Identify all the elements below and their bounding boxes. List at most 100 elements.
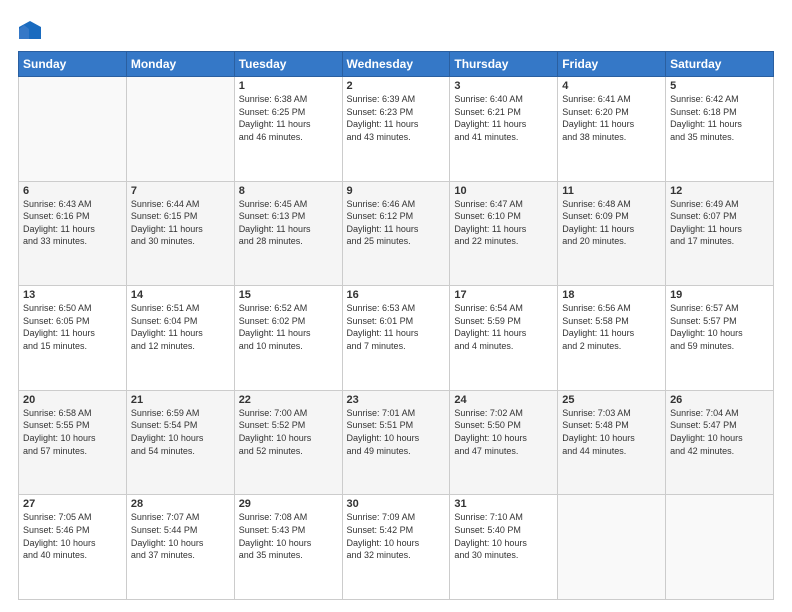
weekday-header-tuesday: Tuesday: [234, 52, 342, 77]
day-info: Sunrise: 6:46 AM Sunset: 6:12 PM Dayligh…: [347, 198, 446, 248]
calendar-cell: 10Sunrise: 6:47 AM Sunset: 6:10 PM Dayli…: [450, 181, 558, 286]
calendar-cell: 5Sunrise: 6:42 AM Sunset: 6:18 PM Daylig…: [666, 77, 774, 182]
day-info: Sunrise: 6:47 AM Sunset: 6:10 PM Dayligh…: [454, 198, 553, 248]
week-row-3: 13Sunrise: 6:50 AM Sunset: 6:05 PM Dayli…: [19, 286, 774, 391]
calendar-cell: 28Sunrise: 7:07 AM Sunset: 5:44 PM Dayli…: [126, 495, 234, 600]
calendar-cell: [666, 495, 774, 600]
day-number: 9: [347, 185, 446, 197]
day-number: 27: [23, 498, 122, 510]
calendar-cell: 2Sunrise: 6:39 AM Sunset: 6:23 PM Daylig…: [342, 77, 450, 182]
day-info: Sunrise: 6:39 AM Sunset: 6:23 PM Dayligh…: [347, 93, 446, 143]
calendar-cell: 3Sunrise: 6:40 AM Sunset: 6:21 PM Daylig…: [450, 77, 558, 182]
day-number: 3: [454, 80, 553, 92]
day-info: Sunrise: 6:45 AM Sunset: 6:13 PM Dayligh…: [239, 198, 338, 248]
weekday-header-friday: Friday: [558, 52, 666, 77]
day-number: 26: [670, 394, 769, 406]
calendar-cell: 6Sunrise: 6:43 AM Sunset: 6:16 PM Daylig…: [19, 181, 127, 286]
day-info: Sunrise: 6:41 AM Sunset: 6:20 PM Dayligh…: [562, 93, 661, 143]
day-number: 17: [454, 289, 553, 301]
day-number: 23: [347, 394, 446, 406]
day-info: Sunrise: 7:01 AM Sunset: 5:51 PM Dayligh…: [347, 407, 446, 457]
calendar-cell: [19, 77, 127, 182]
day-number: 5: [670, 80, 769, 92]
day-number: 14: [131, 289, 230, 301]
day-info: Sunrise: 6:48 AM Sunset: 6:09 PM Dayligh…: [562, 198, 661, 248]
calendar-cell: 4Sunrise: 6:41 AM Sunset: 6:20 PM Daylig…: [558, 77, 666, 182]
calendar-cell: 1Sunrise: 6:38 AM Sunset: 6:25 PM Daylig…: [234, 77, 342, 182]
day-info: Sunrise: 6:57 AM Sunset: 5:57 PM Dayligh…: [670, 302, 769, 352]
day-info: Sunrise: 7:02 AM Sunset: 5:50 PM Dayligh…: [454, 407, 553, 457]
day-info: Sunrise: 7:05 AM Sunset: 5:46 PM Dayligh…: [23, 511, 122, 561]
day-info: Sunrise: 6:52 AM Sunset: 6:02 PM Dayligh…: [239, 302, 338, 352]
day-number: 16: [347, 289, 446, 301]
week-row-5: 27Sunrise: 7:05 AM Sunset: 5:46 PM Dayli…: [19, 495, 774, 600]
day-number: 31: [454, 498, 553, 510]
day-number: 7: [131, 185, 230, 197]
calendar-cell: 30Sunrise: 7:09 AM Sunset: 5:42 PM Dayli…: [342, 495, 450, 600]
calendar-cell: [558, 495, 666, 600]
calendar-cell: 19Sunrise: 6:57 AM Sunset: 5:57 PM Dayli…: [666, 286, 774, 391]
day-info: Sunrise: 6:54 AM Sunset: 5:59 PM Dayligh…: [454, 302, 553, 352]
calendar-cell: 12Sunrise: 6:49 AM Sunset: 6:07 PM Dayli…: [666, 181, 774, 286]
day-number: 25: [562, 394, 661, 406]
day-info: Sunrise: 7:08 AM Sunset: 5:43 PM Dayligh…: [239, 511, 338, 561]
day-number: 6: [23, 185, 122, 197]
day-info: Sunrise: 7:00 AM Sunset: 5:52 PM Dayligh…: [239, 407, 338, 457]
calendar-cell: 24Sunrise: 7:02 AM Sunset: 5:50 PM Dayli…: [450, 390, 558, 495]
day-info: Sunrise: 6:59 AM Sunset: 5:54 PM Dayligh…: [131, 407, 230, 457]
calendar-cell: 26Sunrise: 7:04 AM Sunset: 5:47 PM Dayli…: [666, 390, 774, 495]
calendar-cell: 23Sunrise: 7:01 AM Sunset: 5:51 PM Dayli…: [342, 390, 450, 495]
day-number: 24: [454, 394, 553, 406]
day-info: Sunrise: 6:58 AM Sunset: 5:55 PM Dayligh…: [23, 407, 122, 457]
day-number: 22: [239, 394, 338, 406]
day-info: Sunrise: 6:38 AM Sunset: 6:25 PM Dayligh…: [239, 93, 338, 143]
logo: [18, 18, 42, 41]
day-number: 21: [131, 394, 230, 406]
day-number: 30: [347, 498, 446, 510]
day-number: 20: [23, 394, 122, 406]
calendar-table: SundayMondayTuesdayWednesdayThursdayFrid…: [18, 51, 774, 600]
calendar-cell: 22Sunrise: 7:00 AM Sunset: 5:52 PM Dayli…: [234, 390, 342, 495]
week-row-2: 6Sunrise: 6:43 AM Sunset: 6:16 PM Daylig…: [19, 181, 774, 286]
week-row-4: 20Sunrise: 6:58 AM Sunset: 5:55 PM Dayli…: [19, 390, 774, 495]
day-number: 1: [239, 80, 338, 92]
day-info: Sunrise: 6:42 AM Sunset: 6:18 PM Dayligh…: [670, 93, 769, 143]
calendar-cell: 15Sunrise: 6:52 AM Sunset: 6:02 PM Dayli…: [234, 286, 342, 391]
calendar-cell: 16Sunrise: 6:53 AM Sunset: 6:01 PM Dayli…: [342, 286, 450, 391]
calendar-cell: 18Sunrise: 6:56 AM Sunset: 5:58 PM Dayli…: [558, 286, 666, 391]
calendar-cell: 17Sunrise: 6:54 AM Sunset: 5:59 PM Dayli…: [450, 286, 558, 391]
day-number: 4: [562, 80, 661, 92]
day-info: Sunrise: 6:53 AM Sunset: 6:01 PM Dayligh…: [347, 302, 446, 352]
day-info: Sunrise: 7:07 AM Sunset: 5:44 PM Dayligh…: [131, 511, 230, 561]
calendar-cell: 13Sunrise: 6:50 AM Sunset: 6:05 PM Dayli…: [19, 286, 127, 391]
day-info: Sunrise: 7:04 AM Sunset: 5:47 PM Dayligh…: [670, 407, 769, 457]
week-row-1: 1Sunrise: 6:38 AM Sunset: 6:25 PM Daylig…: [19, 77, 774, 182]
weekday-header-wednesday: Wednesday: [342, 52, 450, 77]
calendar-cell: 7Sunrise: 6:44 AM Sunset: 6:15 PM Daylig…: [126, 181, 234, 286]
calendar-cell: 21Sunrise: 6:59 AM Sunset: 5:54 PM Dayli…: [126, 390, 234, 495]
day-info: Sunrise: 6:56 AM Sunset: 5:58 PM Dayligh…: [562, 302, 661, 352]
day-number: 13: [23, 289, 122, 301]
calendar-cell: 14Sunrise: 6:51 AM Sunset: 6:04 PM Dayli…: [126, 286, 234, 391]
calendar-cell: [126, 77, 234, 182]
day-number: 2: [347, 80, 446, 92]
day-info: Sunrise: 6:43 AM Sunset: 6:16 PM Dayligh…: [23, 198, 122, 248]
weekday-header-row: SundayMondayTuesdayWednesdayThursdayFrid…: [19, 52, 774, 77]
day-info: Sunrise: 6:50 AM Sunset: 6:05 PM Dayligh…: [23, 302, 122, 352]
day-info: Sunrise: 7:10 AM Sunset: 5:40 PM Dayligh…: [454, 511, 553, 561]
day-number: 8: [239, 185, 338, 197]
header: [18, 18, 774, 41]
weekday-header-saturday: Saturday: [666, 52, 774, 77]
day-number: 19: [670, 289, 769, 301]
day-info: Sunrise: 6:44 AM Sunset: 6:15 PM Dayligh…: [131, 198, 230, 248]
weekday-header-sunday: Sunday: [19, 52, 127, 77]
logo-icon: [19, 21, 41, 39]
weekday-header-thursday: Thursday: [450, 52, 558, 77]
page: SundayMondayTuesdayWednesdayThursdayFrid…: [0, 0, 792, 612]
day-number: 15: [239, 289, 338, 301]
calendar-cell: 27Sunrise: 7:05 AM Sunset: 5:46 PM Dayli…: [19, 495, 127, 600]
calendar-cell: 25Sunrise: 7:03 AM Sunset: 5:48 PM Dayli…: [558, 390, 666, 495]
day-info: Sunrise: 7:09 AM Sunset: 5:42 PM Dayligh…: [347, 511, 446, 561]
calendar-cell: 29Sunrise: 7:08 AM Sunset: 5:43 PM Dayli…: [234, 495, 342, 600]
day-number: 29: [239, 498, 338, 510]
